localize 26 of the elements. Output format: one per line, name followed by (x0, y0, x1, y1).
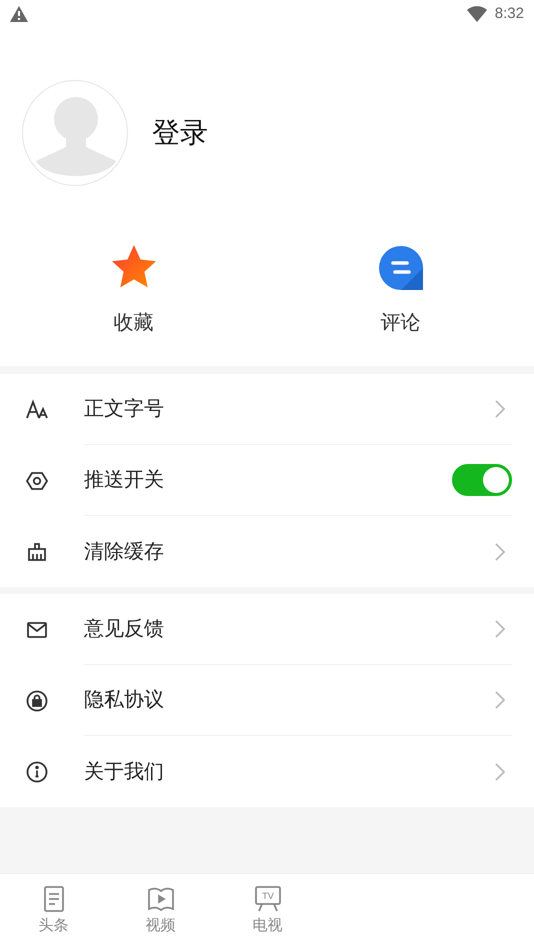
toggle-switch[interactable] (452, 464, 512, 496)
setting-label: 清除缓存 (84, 540, 165, 564)
setting-label: 推送开关 (84, 468, 165, 493)
quick-action-button[interactable]: 评论 (267, 242, 534, 338)
nav-tab[interactable]: 视频 (107, 874, 214, 949)
chevron-right-icon (494, 762, 506, 782)
nav-tab[interactable]: 头条 (0, 874, 107, 949)
comment-icon (376, 244, 424, 292)
login-link[interactable]: 登录 (152, 112, 208, 154)
lock-icon (25, 688, 49, 712)
quick-action-button[interactable]: 收藏 (0, 242, 267, 338)
warning-icon (10, 6, 28, 22)
chevron-right-icon (494, 542, 506, 562)
setting-label: 意见反馈 (84, 617, 165, 642)
font-size-icon (25, 398, 49, 422)
wifi-icon (466, 6, 487, 22)
status-time: 8:32 (494, 4, 524, 24)
nav-tab[interactable]: TV 电视 (214, 874, 321, 949)
chevron-right-icon (494, 619, 506, 639)
book-icon (146, 885, 174, 914)
setting-label: 隐私协议 (84, 688, 165, 713)
info-icon (25, 760, 49, 784)
chevron-right-icon (494, 399, 506, 419)
setting-label: 关于我们 (84, 760, 165, 784)
setting-label: 正文字号 (84, 397, 165, 422)
chevron-right-icon (494, 690, 506, 710)
